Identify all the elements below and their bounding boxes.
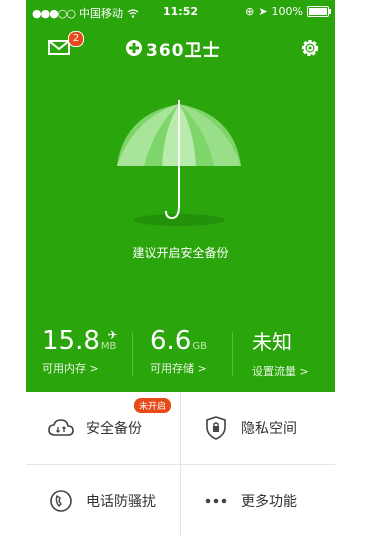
memory-value: 15.8 <box>42 326 100 356</box>
phone-screen: ●●●○○ 中国移动 11:52 ⊕ ➤ 100% 2 360卫士 建议开启安全… <box>26 0 335 536</box>
call-block-button[interactable]: 电话防骚扰 <box>26 465 180 536</box>
call-block-label: 电话防骚扰 <box>86 494 156 510</box>
privacy-space-label: 隐私空间 <box>241 421 297 437</box>
hero-panel: ●●●○○ 中国移动 11:52 ⊕ ➤ 100% 2 360卫士 建议开启安全… <box>26 0 335 392</box>
storage-value: 6.6 <box>150 326 192 356</box>
shield-lock-icon <box>203 415 229 441</box>
logo-plus-icon <box>126 40 142 56</box>
cloud-icon <box>48 415 74 441</box>
privacy-space-button[interactable]: 隐私空间 <box>181 392 335 464</box>
memory-stat[interactable]: 15.8MB ✈ 可用内存 > <box>42 326 132 376</box>
more-features-label: 更多功能 <box>241 494 297 510</box>
umbrella-icon <box>117 100 241 226</box>
app-logo: 360卫士 <box>126 38 221 61</box>
gear-icon[interactable] <box>299 37 321 59</box>
stats-row: 15.8MB ✈ 可用内存 > 6.6GB 可用存储 > 未知 设置流量 > <box>26 326 335 386</box>
status-badge: 未开启 <box>134 398 172 413</box>
traffic-stat[interactable]: 未知 设置流量 > <box>252 326 309 379</box>
logo-text: 360卫士 <box>146 40 221 61</box>
rocket-icon: ✈ <box>107 328 118 342</box>
notification-badge: 2 <box>68 31 84 47</box>
phone-guard-icon <box>48 488 74 514</box>
storage-label: 可用存储 > <box>150 362 207 375</box>
app-header: 2 360卫士 <box>26 28 335 68</box>
memory-label: 可用内存 > <box>42 362 99 375</box>
memory-unit: MB <box>100 341 117 352</box>
divider <box>132 332 133 376</box>
battery-percent: 100% <box>271 5 303 18</box>
security-backup-label: 安全备份 <box>86 421 142 437</box>
more-dots-icon <box>203 488 229 514</box>
rotation-lock-icon: ⊕ <box>245 5 255 18</box>
location-icon: ➤ <box>258 5 268 18</box>
more-features-button[interactable]: 更多功能 <box>181 465 335 536</box>
feature-grid: 安全备份 未开启 隐私空间 电话防骚扰 更多功能 <box>26 392 335 536</box>
battery-icon <box>307 6 331 17</box>
security-backup-button[interactable]: 安全备份 未开启 <box>26 392 180 464</box>
mail-icon[interactable] <box>48 40 70 55</box>
traffic-value: 未知 <box>252 330 292 354</box>
divider <box>232 332 233 376</box>
backup-hint: 建议开启安全备份 <box>132 246 229 260</box>
storage-stat[interactable]: 6.6GB 可用存储 > <box>150 326 207 376</box>
status-bar: ●●●○○ 中国移动 11:52 ⊕ ➤ 100% <box>26 0 335 22</box>
storage-unit: GB <box>192 341 207 352</box>
traffic-label: 设置流量 > <box>252 365 309 378</box>
